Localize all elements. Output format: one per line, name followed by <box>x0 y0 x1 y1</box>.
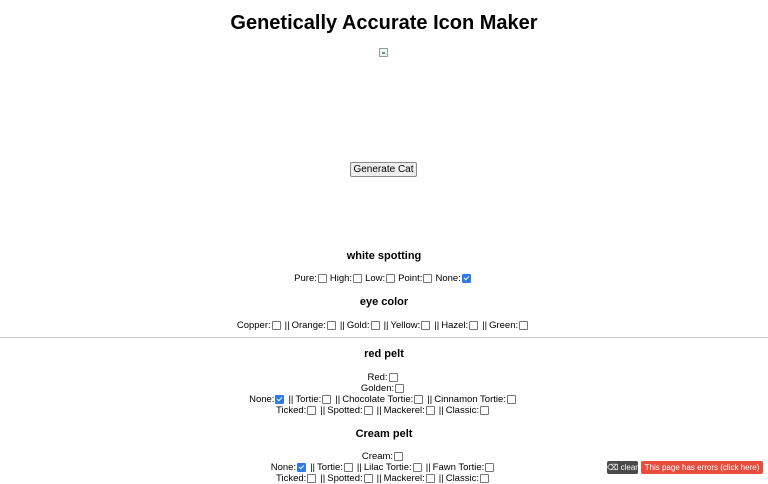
checkbox[interactable] <box>317 274 327 283</box>
white-spotting-option-none[interactable]: None: <box>435 273 473 284</box>
checkbox[interactable] <box>307 406 317 415</box>
red-pelt-option-red[interactable]: Red: <box>367 372 400 383</box>
section-divider <box>0 337 768 338</box>
checkbox[interactable] <box>388 373 398 382</box>
checkbox[interactable] <box>271 321 281 330</box>
red-pelt-tortie-tortie[interactable]: Tortie: <box>295 394 334 405</box>
eye-color-option-green[interactable]: Green: <box>489 320 531 331</box>
checkbox[interactable] <box>414 395 424 404</box>
red-pelt-tortie-chocolate[interactable]: Chocolate Tortie: <box>342 394 426 405</box>
checkbox[interactable] <box>479 474 489 483</box>
trash-icon: ⌫ <box>607 463 619 472</box>
eye-color-option-orange[interactable]: Orange: <box>292 320 339 331</box>
cream-pelt-option-cream[interactable]: Cream: <box>362 451 406 462</box>
eye-color-options: Copper: || Orange: || Gold: || Yellow: |… <box>0 320 768 331</box>
red-pelt-base-row-red: Red: <box>0 372 768 383</box>
checkbox[interactable] <box>343 463 353 472</box>
checkbox[interactable] <box>394 452 404 461</box>
checkbox[interactable] <box>395 384 405 393</box>
red-pelt-option-golden[interactable]: Golden: <box>361 383 407 394</box>
checkbox[interactable] <box>326 321 336 330</box>
checkbox[interactable] <box>479 406 489 415</box>
red-pelt-tortie-options: None: || Tortie: || Chocolate Tortie: ||… <box>0 394 768 405</box>
checkbox[interactable] <box>353 274 363 283</box>
eye-color-option-yellow[interactable]: Yellow: <box>391 320 434 331</box>
red-pelt-tabby-spotted[interactable]: Spotted: <box>327 405 375 416</box>
white-spotting-option-point[interactable]: Point: <box>398 273 435 284</box>
checkbox[interactable] <box>363 474 373 483</box>
red-pelt-tortie-none[interactable]: None: <box>249 394 287 405</box>
cream-pelt-tabby-spotted[interactable]: Spotted: <box>327 473 375 484</box>
cream-pelt-tabby-ticked[interactable]: Ticked: <box>276 473 319 484</box>
checkbox[interactable] <box>461 274 471 283</box>
checkbox[interactable] <box>469 321 479 330</box>
eye-color-option-gold[interactable]: Gold: <box>347 320 383 331</box>
cream-pelt-tortie-tortie[interactable]: Tortie: <box>317 462 356 473</box>
eye-color-option-hazel[interactable]: Hazel: <box>441 320 481 331</box>
checkbox[interactable] <box>275 395 285 404</box>
white-spotting-option-pure[interactable]: Pure: <box>294 273 330 284</box>
cream-pelt-tortie-fawn[interactable]: Fawn Tortie: <box>433 462 498 473</box>
checkbox[interactable] <box>386 274 396 283</box>
cat-image <box>379 48 388 57</box>
checkbox[interactable] <box>297 463 307 472</box>
page-title: Genetically Accurate Icon Maker <box>230 12 538 34</box>
eye-color-heading: eye color <box>359 296 409 308</box>
red-pelt-tortie-cinnamon[interactable]: Cinnamon Tortie: <box>434 394 519 405</box>
red-pelt-heading: red pelt <box>364 348 404 360</box>
checkbox[interactable] <box>421 321 431 330</box>
checkbox[interactable] <box>425 406 435 415</box>
cream-pelt-tortie-lilac[interactable]: Lilac Tortie: <box>364 462 425 473</box>
red-pelt-tabby-options: Ticked: || Spotted: || Mackerel: || Clas… <box>0 405 768 416</box>
red-pelt-tabby-mackerel[interactable]: Mackerel: <box>384 405 438 416</box>
checkbox[interactable] <box>307 474 317 483</box>
generate-cat-button[interactable]: Generate Cat <box>350 162 417 177</box>
checkbox[interactable] <box>425 474 435 483</box>
cream-pelt-tortie-none[interactable]: None: <box>271 462 309 473</box>
checkbox[interactable] <box>485 463 495 472</box>
cream-pelt-heading: Cream pelt <box>355 428 413 440</box>
red-pelt-tabby-classic[interactable]: Classic: <box>446 405 492 416</box>
checkbox[interactable] <box>412 463 422 472</box>
white-spotting-options: Pure: High: Low: Point: None: <box>0 273 768 284</box>
white-spotting-option-high[interactable]: High: <box>330 273 365 284</box>
checkbox[interactable] <box>506 395 516 404</box>
checkbox[interactable] <box>370 321 380 330</box>
checkbox[interactable] <box>519 321 529 330</box>
page-errors-button[interactable]: This page has errors (click here) <box>641 461 763 474</box>
checkbox[interactable] <box>363 406 373 415</box>
cream-pelt-tabby-options: Ticked: || Spotted: || Mackerel: || Clas… <box>0 473 768 484</box>
cream-pelt-tabby-mackerel[interactable]: Mackerel: <box>384 473 438 484</box>
checkbox[interactable] <box>322 395 332 404</box>
eye-color-option-copper[interactable]: Copper: <box>237 320 284 331</box>
white-spotting-heading: white spotting <box>346 250 422 262</box>
red-pelt-base-row-golden: Golden: <box>0 383 768 394</box>
white-spotting-option-low[interactable]: Low: <box>365 273 398 284</box>
checkbox[interactable] <box>423 274 433 283</box>
red-pelt-tabby-ticked[interactable]: Ticked: <box>276 405 319 416</box>
cream-pelt-tabby-classic[interactable]: Classic: <box>446 473 492 484</box>
clear-errors-button[interactable]: ⌫ clear <box>607 461 638 474</box>
